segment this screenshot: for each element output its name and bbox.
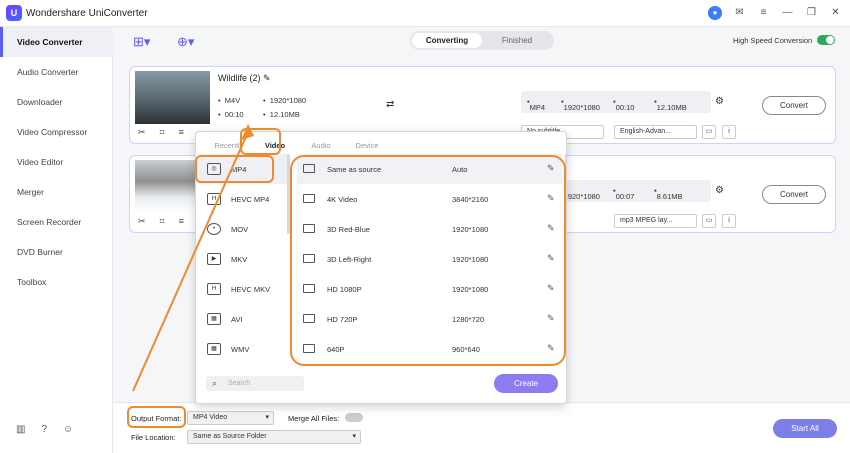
annotation-arrow [132, 124, 254, 392]
